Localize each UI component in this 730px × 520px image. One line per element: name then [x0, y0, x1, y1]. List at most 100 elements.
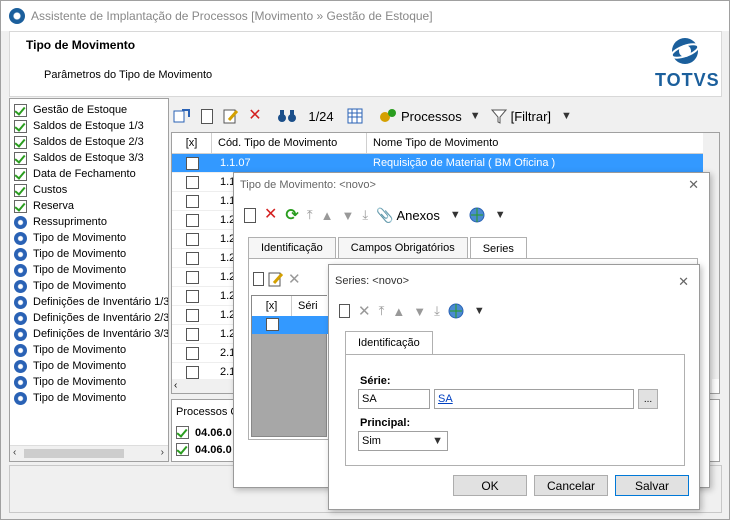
row-select-cell[interactable]: [172, 344, 212, 362]
table-row[interactable]: 1.1.07 Requisição de Material ( BM Oficin…: [172, 154, 712, 173]
tree-item[interactable]: Custos: [14, 182, 67, 198]
delete-button[interactable]: ✕: [358, 299, 371, 323]
row-select-cell[interactable]: [172, 192, 212, 210]
edit-button[interactable]: [221, 104, 241, 128]
save-button[interactable]: Salvar: [615, 475, 689, 496]
tree-item[interactable]: Gestão de Estoque: [14, 102, 127, 118]
row-checkbox[interactable]: [185, 232, 199, 246]
row-checkbox[interactable]: [185, 156, 199, 170]
row-select-cell[interactable]: [172, 249, 212, 267]
anexos-label: Anexos: [396, 207, 440, 223]
new-button[interactable]: [197, 104, 217, 128]
delete-button[interactable]: ✕: [288, 267, 301, 291]
row-select-cell[interactable]: [172, 325, 212, 343]
tree-item[interactable]: Tipo de Movimento: [14, 390, 126, 406]
new-button[interactable]: [339, 299, 350, 323]
last-record-button[interactable]: ⤓: [434, 299, 440, 323]
tree-item[interactable]: Reserva: [14, 198, 74, 214]
previous-record-button[interactable]: ▲: [321, 203, 334, 227]
serie-input[interactable]: SA: [358, 389, 430, 409]
tree-item[interactable]: Definições de Inventário 2/3: [14, 310, 168, 326]
edit-button[interactable]: [268, 267, 284, 291]
name-cell: Requisição de Material ( BM Oficina ): [373, 157, 556, 169]
row-checkbox[interactable]: [185, 194, 199, 208]
row-select-cell[interactable]: [172, 173, 212, 191]
row-checkbox[interactable]: [185, 289, 199, 303]
tree-item[interactable]: Ressuprimento: [14, 214, 107, 230]
row-checkbox[interactable]: [185, 346, 199, 360]
tree-item[interactable]: Saldos de Estoque 3/3: [14, 150, 144, 166]
tree-item[interactable]: Data de Fechamento: [14, 166, 136, 182]
process-item[interactable]: 04.06.0: [176, 426, 232, 439]
process-item[interactable]: 04.06.0: [176, 443, 232, 456]
tree-item[interactable]: Tipo de Movimento: [14, 230, 126, 246]
row-checkbox[interactable]: [185, 308, 199, 322]
tree-item-label: Custos: [33, 184, 68, 196]
row-checkbox[interactable]: [185, 270, 199, 284]
tree-item[interactable]: Tipo de Movimento: [14, 374, 126, 390]
scroll-right-icon[interactable]: ›: [161, 447, 164, 458]
scroll-left-icon[interactable]: ‹: [174, 380, 177, 391]
anexos-menu[interactable]: 📎 Anexos ▼: [376, 203, 461, 227]
principal-select[interactable]: Sim ▼: [358, 431, 448, 451]
first-record-button[interactable]: ⤒: [379, 299, 385, 323]
tree-item[interactable]: Tipo de Movimento: [14, 342, 126, 358]
row-select-cell[interactable]: [172, 287, 212, 305]
tree-item[interactable]: Definições de Inventário 3/3: [14, 326, 168, 342]
tab-campos-obrigatorios[interactable]: Campos Obrigatórios: [337, 237, 468, 258]
gear-icon: [14, 279, 27, 293]
binoculars-grid-button[interactable]: [171, 104, 193, 128]
row-select-cell[interactable]: [172, 268, 212, 286]
series-grid-row[interactable]: [252, 316, 328, 334]
new-button[interactable]: [244, 203, 256, 227]
scroll-thumb[interactable]: [24, 449, 124, 458]
tree-item[interactable]: Saldos de Estoque 1/3: [14, 118, 144, 134]
tree-item[interactable]: Tipo de Movimento: [14, 246, 126, 262]
refresh-button[interactable]: ⟳: [285, 203, 298, 227]
processos-menu[interactable]: Processos ▼: [379, 104, 481, 128]
scroll-left-icon[interactable]: ‹: [13, 447, 16, 458]
cancel-button[interactable]: Cancelar: [534, 475, 608, 496]
tab-series[interactable]: Series: [469, 237, 527, 260]
tab-identificacao[interactable]: Identificação: [345, 331, 433, 354]
row-select-cell[interactable]: [172, 230, 212, 248]
next-record-button[interactable]: ▼: [413, 299, 426, 323]
tree-item[interactable]: Definições de Inventário 1/3: [14, 294, 168, 310]
tree-item[interactable]: Tipo de Movimento: [14, 358, 126, 374]
close-icon[interactable]: ✕: [678, 274, 689, 290]
tree-item[interactable]: Tipo de Movimento: [14, 278, 126, 294]
next-record-button[interactable]: ▼: [341, 203, 354, 227]
filter-menu[interactable]: [Filtrar] ▼: [490, 104, 572, 128]
tree-item[interactable]: Saldos de Estoque 2/3: [14, 134, 144, 150]
close-icon[interactable]: ✕: [688, 177, 699, 193]
search-button[interactable]: [275, 104, 299, 128]
last-record-button[interactable]: ⤓: [362, 203, 368, 227]
row-select-cell[interactable]: [172, 211, 212, 229]
lookup-button[interactable]: ...: [638, 389, 658, 409]
tree-item[interactable]: Tipo de Movimento: [14, 262, 126, 278]
grid-view-icon: [347, 108, 363, 124]
globe-menu[interactable]: ▼: [448, 299, 485, 323]
new-button[interactable]: [253, 267, 264, 291]
ok-button[interactable]: OK: [453, 475, 527, 496]
tab-identificacao[interactable]: Identificação: [248, 237, 336, 258]
header-select[interactable]: [x]: [172, 133, 212, 153]
row-checkbox[interactable]: [266, 318, 279, 331]
row-checkbox[interactable]: [185, 213, 199, 227]
row-select-cell[interactable]: [172, 306, 212, 324]
globe-menu[interactable]: ▼: [469, 203, 506, 227]
first-record-button[interactable]: ⤒: [307, 203, 313, 227]
row-checkbox[interactable]: [185, 175, 199, 189]
header-code[interactable]: Cód. Tipo de Movimento: [212, 133, 367, 153]
grid-view-button[interactable]: [343, 104, 367, 128]
delete-button[interactable]: ✕: [245, 104, 265, 128]
previous-record-button[interactable]: ▲: [392, 299, 405, 323]
header-name[interactable]: Nome Tipo de Movimento: [367, 133, 712, 153]
serie-lookup-field[interactable]: SA: [434, 389, 634, 409]
delete-button[interactable]: ✕: [264, 203, 277, 227]
row-select-cell[interactable]: [172, 154, 212, 172]
row-checkbox[interactable]: [185, 251, 199, 265]
row-checkbox[interactable]: [185, 365, 199, 379]
tree-horizontal-scrollbar[interactable]: ‹ ›: [10, 445, 168, 461]
row-checkbox[interactable]: [185, 327, 199, 341]
